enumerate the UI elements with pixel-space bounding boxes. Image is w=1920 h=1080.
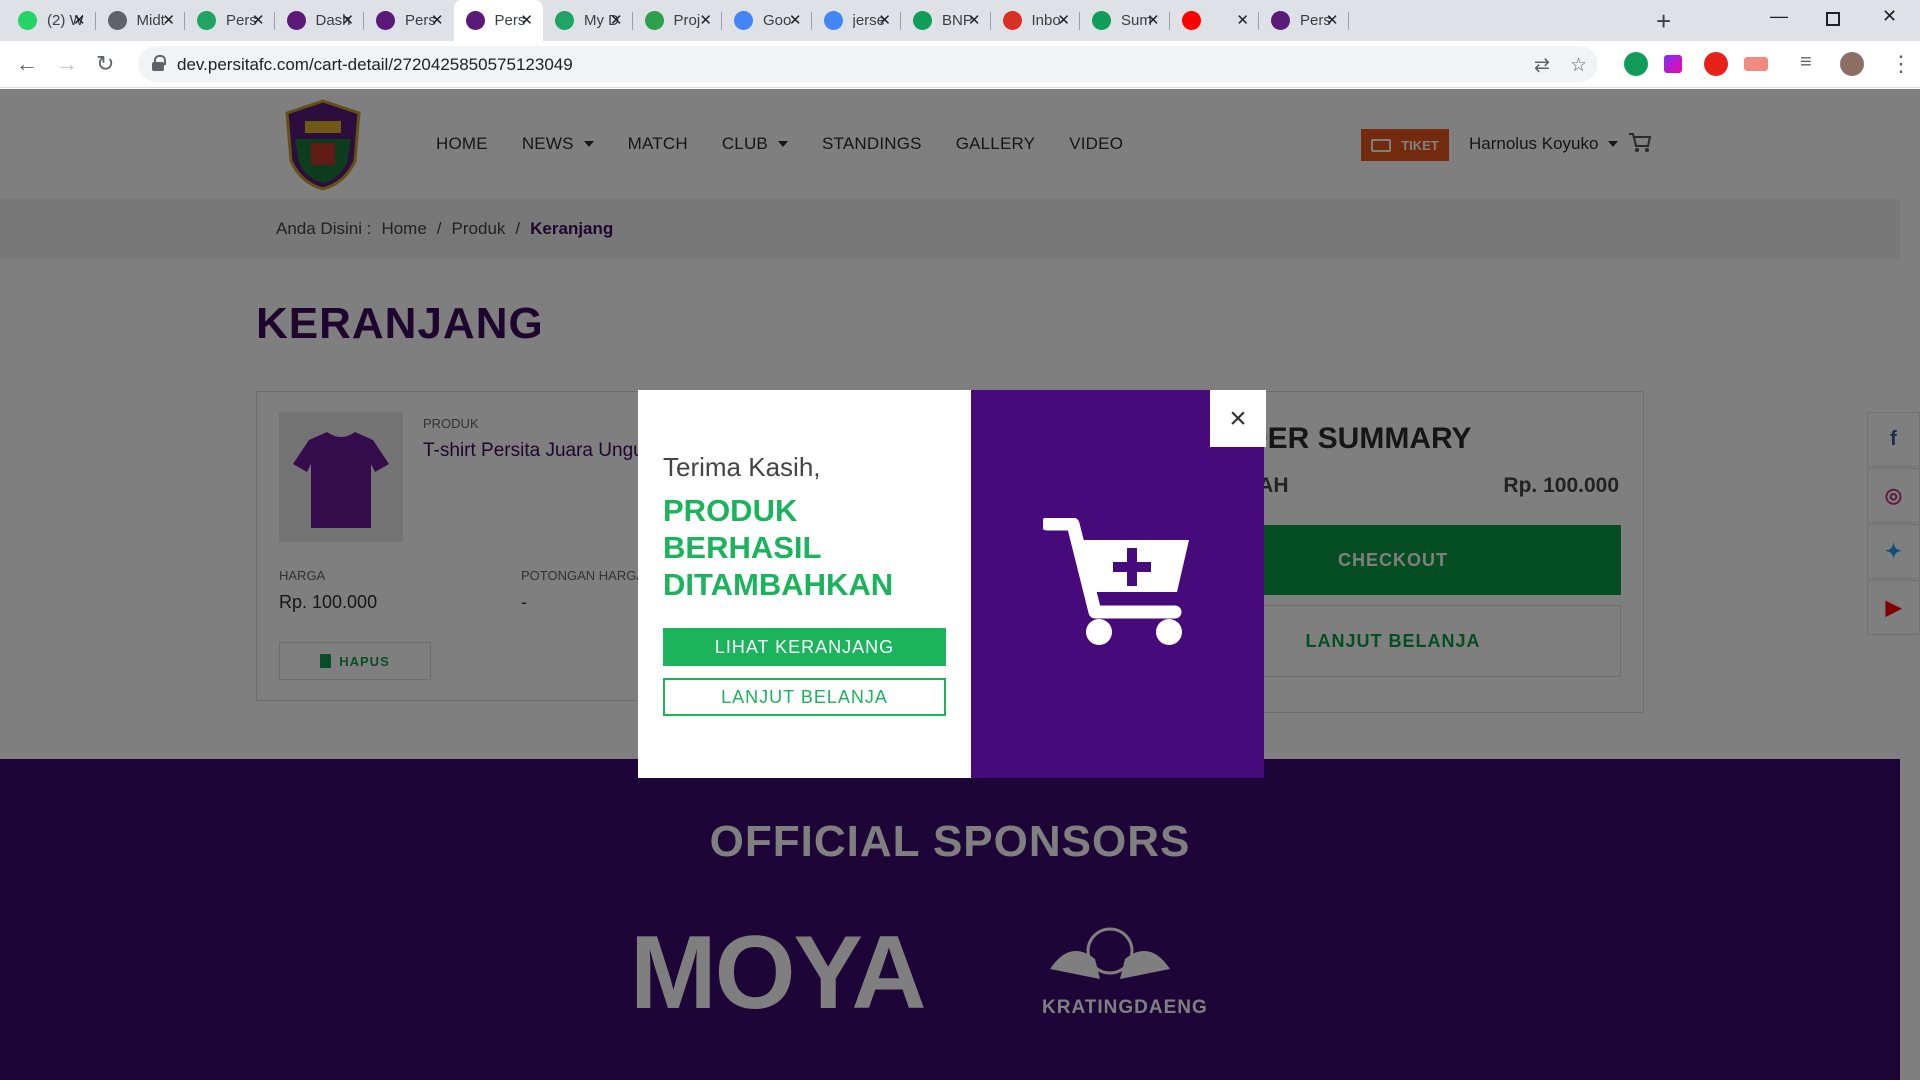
menu-kebab-icon[interactable]: ⋮	[1890, 51, 1912, 77]
view-cart-button[interactable]: LIHAT KERANJANG	[663, 628, 946, 666]
media-control-icon[interactable]: ≡	[1800, 51, 1812, 74]
tab-separator	[1347, 12, 1349, 30]
persita-icon	[286, 11, 306, 30]
extension-green-icon[interactable]	[1624, 52, 1648, 76]
browser-tab[interactable]: Inbo ✕	[991, 0, 1080, 41]
profile-avatar[interactable]	[1840, 52, 1864, 76]
browser-tab[interactable]: Dash ✕	[275, 0, 364, 41]
browser-tab[interactable]: Proj ✕	[633, 0, 722, 41]
browser-tab[interactable]: BNP ✕	[901, 0, 991, 41]
browser-tab[interactable]: jerse ✕	[812, 0, 901, 41]
close-tab-icon[interactable]: ✕	[341, 11, 354, 29]
extension-play-icon[interactable]	[1704, 52, 1728, 76]
browser-tab[interactable]: Midt ✕	[96, 0, 185, 41]
whatsapp-icon	[18, 11, 37, 30]
cart-add-icon	[1043, 518, 1189, 645]
browser-tab[interactable]: Pers ✕	[1259, 0, 1349, 41]
forward-arrow-icon[interactable]: →	[56, 51, 78, 77]
close-tab-icon[interactable]: ✕	[610, 11, 623, 29]
gmail-icon	[1002, 11, 1022, 30]
lock-icon	[152, 55, 166, 71]
close-tab-icon[interactable]: ✕	[878, 11, 891, 29]
back-arrow-icon[interactable]: ←	[16, 51, 38, 77]
new-tab-button[interactable]: +	[1656, 6, 1671, 37]
close-tab-icon[interactable]: ✕	[252, 11, 265, 29]
modal-success-heading: PRODUK BERHASIL DITAMBAHKAN	[663, 493, 894, 602]
close-tab-icon[interactable]: ✕	[431, 11, 444, 29]
modal-thanks-text: Terima Kasih,	[663, 452, 821, 482]
close-tab-icon[interactable]: ✕	[1236, 11, 1249, 29]
sheets-icon	[913, 11, 932, 30]
globe-icon	[107, 11, 127, 30]
browser-tab-strip: (2) W ✕ Midt ✕ Pers ✕ Dash ✕ Pers ✕ Pers ✕ My D ✕ Proj…	[0, 0, 1920, 41]
close-window-button[interactable]: ✕	[1882, 6, 1897, 27]
browser-tab[interactable]: Sum ✕	[1080, 0, 1170, 41]
close-tab-icon[interactable]: ✕	[789, 11, 802, 29]
youtube-icon	[1181, 11, 1201, 30]
close-tab-icon[interactable]: ✕	[162, 11, 175, 29]
added-to-cart-modal: Terima Kasih, PRODUK BERHASIL DITAMBAHKA…	[638, 390, 1266, 778]
reload-icon[interactable]: ↻	[96, 51, 114, 77]
browser-tab[interactable]: Pers ✕	[185, 0, 275, 41]
close-tab-icon[interactable]: ✕	[968, 11, 981, 29]
close-modal-button[interactable]: ×	[1210, 390, 1266, 447]
close-tab-icon[interactable]: ✕	[1147, 11, 1160, 29]
modal-illustration-panel	[971, 390, 1264, 778]
extension-pen-icon[interactable]	[1664, 55, 1682, 73]
close-tab-icon[interactable]: ✕	[1057, 11, 1070, 29]
project-icon	[644, 11, 664, 30]
google-translate-icon	[734, 11, 753, 30]
modal-continue-shopping-button[interactable]: LANJUT BELANJA	[663, 678, 946, 716]
google-drive-icon	[555, 11, 574, 30]
address-toolbar: ← → ↻ dev.persitafc.com/cart-detail/2720…	[0, 41, 1920, 88]
browser-tab[interactable]: (2) W ✕	[6, 0, 96, 41]
minimize-button[interactable]: —	[1770, 6, 1788, 27]
close-tab-icon[interactable]: ✕	[73, 11, 86, 29]
translate-icon[interactable]: ⇄	[1534, 54, 1550, 77]
browser-tab[interactable]: My D ✕	[543, 0, 633, 41]
close-tab-icon[interactable]: ✕	[1326, 11, 1339, 29]
sheets-icon	[1092, 11, 1111, 30]
url-text[interactable]: dev.persitafc.com/cart-detail/2720425850…	[177, 55, 573, 75]
browser-tab[interactable]: Pers ✕	[364, 0, 454, 41]
modal-content: Terima Kasih, PRODUK BERHASIL DITAMBAHKA…	[638, 390, 971, 778]
persita-icon	[465, 11, 485, 30]
bookmark-star-icon[interactable]: ☆	[1570, 54, 1587, 77]
close-tab-icon[interactable]: ✕	[699, 11, 712, 29]
extension-red-icon[interactable]	[1744, 57, 1768, 71]
restore-button[interactable]	[1826, 12, 1840, 26]
browser-tab[interactable]: Pers ✕	[453, 0, 543, 41]
persita-icon	[1271, 11, 1290, 30]
browser-tab[interactable]: ✕	[1170, 0, 1259, 41]
google-icon	[823, 11, 843, 30]
address-bar[interactable]: dev.persitafc.com/cart-detail/2720425850…	[138, 46, 1598, 82]
google-drive-icon	[197, 11, 216, 30]
browser-tab[interactable]: Goo ✕	[722, 0, 812, 41]
persita-icon	[376, 11, 395, 30]
close-tab-icon[interactable]: ✕	[520, 11, 533, 29]
